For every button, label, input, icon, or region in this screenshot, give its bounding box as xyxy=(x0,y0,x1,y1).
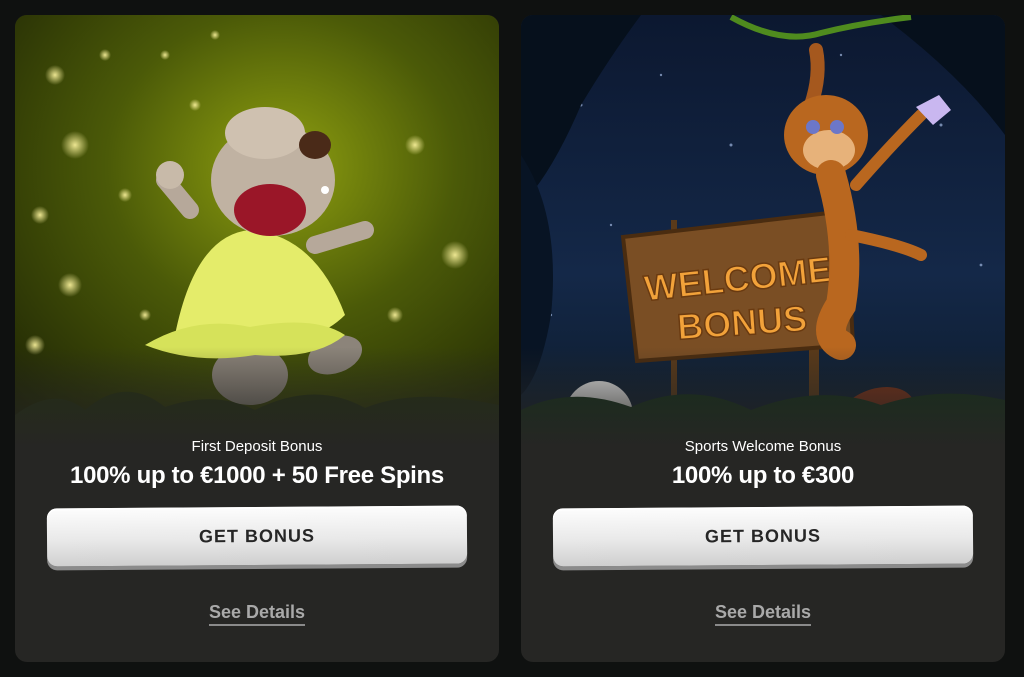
see-details-row: See Details xyxy=(521,602,1005,626)
get-bonus-button[interactable]: GET BONUS xyxy=(552,505,974,567)
see-details-link[interactable]: See Details xyxy=(208,602,306,626)
offer-subtitle: First Deposit Bonus xyxy=(191,438,323,455)
bonus-card-first-deposit: First Deposit Bonus 100% up to €1000 + 5… xyxy=(15,15,499,662)
see-details-link[interactable]: See Details xyxy=(714,602,812,626)
offer-title: 100% up to €300 xyxy=(671,462,855,489)
get-bonus-button[interactable]: GET BONUS xyxy=(46,505,468,567)
bonus-card-sports-welcome: WELCOME BONUS Sports Welcome Bonus 100% xyxy=(521,15,1005,662)
monkey-illustration: WELCOME BONUS xyxy=(521,15,1005,447)
offer-subtitle: Sports Welcome Bonus xyxy=(684,438,842,455)
see-details-row: See Details xyxy=(15,602,499,626)
offer-title: 100% up to €1000 + 50 Free Spins xyxy=(70,462,444,489)
hippo-illustration xyxy=(15,15,499,447)
